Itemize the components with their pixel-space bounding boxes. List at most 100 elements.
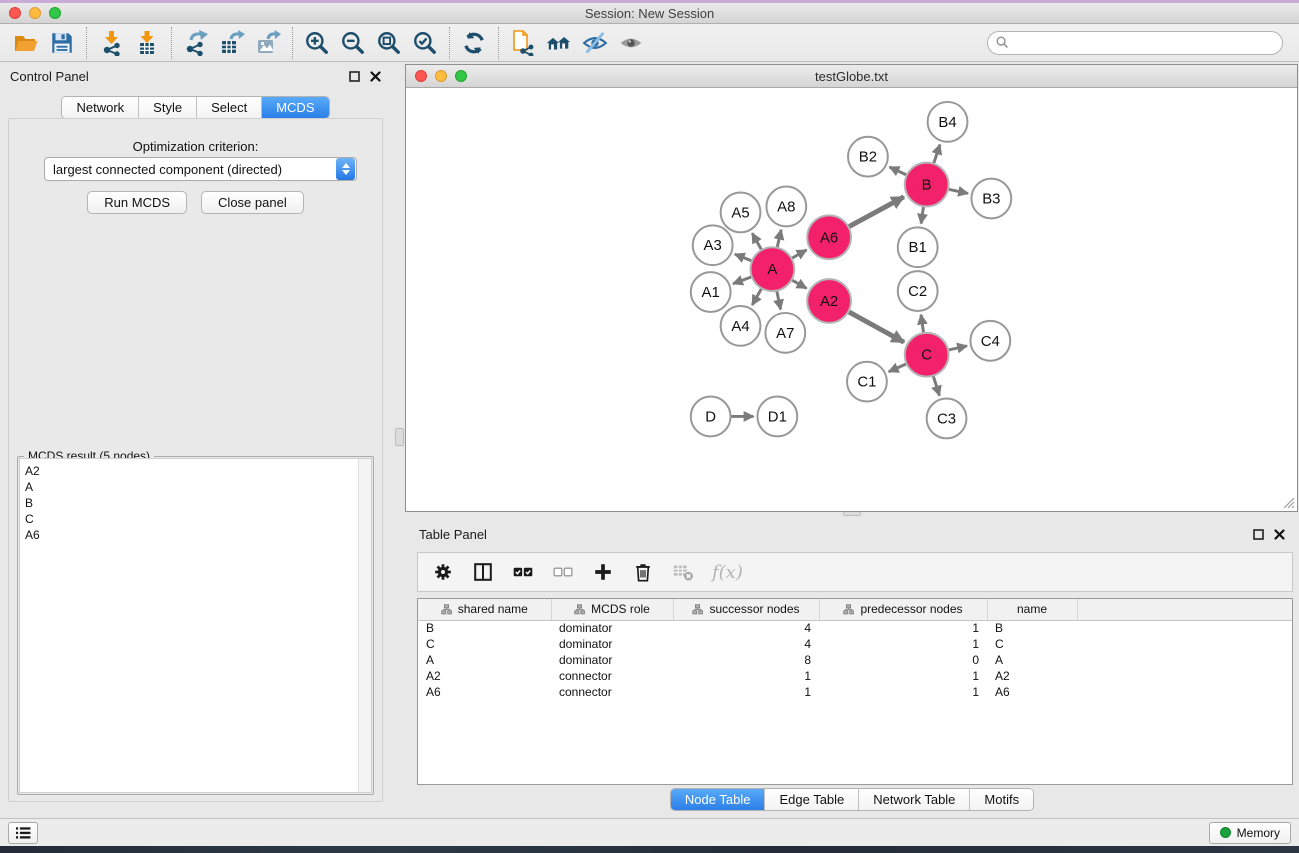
- column-header-successor-nodes[interactable]: successor nodes: [673, 599, 819, 620]
- table-cell[interactable]: dominator: [551, 652, 673, 668]
- table-cell[interactable]: B: [987, 620, 1077, 636]
- graph-node-A5[interactable]: A5: [721, 193, 761, 233]
- export-network-button[interactable]: [178, 27, 214, 59]
- zoom-out-button[interactable]: [335, 27, 371, 59]
- graph-node-B2[interactable]: B2: [848, 137, 888, 177]
- clone-network-button[interactable]: [505, 27, 541, 59]
- graph-node-C[interactable]: C: [905, 333, 949, 377]
- export-table-button[interactable]: [214, 27, 250, 59]
- graph-edge-A-A4[interactable]: [752, 288, 761, 305]
- graph-node-C1[interactable]: C1: [847, 362, 887, 402]
- graph-node-D[interactable]: D: [691, 397, 731, 437]
- column-header-MCDS-role[interactable]: MCDS role: [551, 599, 673, 620]
- delete-table-button[interactable]: [672, 561, 694, 583]
- table-cell[interactable]: dominator: [551, 636, 673, 652]
- show-graphics-details-button[interactable]: [613, 27, 649, 59]
- table-cell[interactable]: 1: [819, 684, 987, 700]
- create-column-button[interactable]: [592, 561, 614, 583]
- import-table-button[interactable]: [129, 27, 165, 59]
- graph-node-B[interactable]: B: [905, 163, 949, 207]
- graph-edge-A-A3[interactable]: [735, 254, 752, 261]
- delete-column-button[interactable]: [632, 561, 654, 583]
- graph-edge-C-C1[interactable]: [889, 364, 907, 372]
- table-cell[interactable]: 4: [673, 620, 819, 636]
- mcds-result-item[interactable]: C: [25, 511, 371, 527]
- table-tab-node-table[interactable]: Node Table: [671, 789, 766, 810]
- graph-edge-B-B2[interactable]: [890, 167, 907, 175]
- select-all-columns-button[interactable]: [512, 561, 534, 583]
- graph-edge-B-B1[interactable]: [921, 206, 923, 223]
- close-panel-button-mcds[interactable]: Close panel: [201, 191, 304, 214]
- graph-edge-B-B3[interactable]: [948, 189, 968, 193]
- column-header-name[interactable]: name: [987, 599, 1077, 620]
- mcds-result-item[interactable]: A2: [25, 463, 371, 479]
- table-options-button[interactable]: [432, 561, 454, 583]
- column-header-predecessor-nodes[interactable]: predecessor nodes: [819, 599, 987, 620]
- hide-graphics-details-button[interactable]: [577, 27, 613, 59]
- table-tab-network-table[interactable]: Network Table: [859, 789, 970, 810]
- graph-node-C2[interactable]: C2: [898, 271, 938, 311]
- zoom-fit-button[interactable]: [371, 27, 407, 59]
- vertical-splitter-grip[interactable]: [395, 428, 404, 446]
- table-row[interactable]: Bdominator41B: [418, 620, 1293, 636]
- open-session-button[interactable]: [8, 27, 44, 59]
- table-cell[interactable]: 1: [819, 668, 987, 684]
- show-all-networks-button[interactable]: [541, 27, 577, 59]
- graph-node-A4[interactable]: A4: [721, 306, 761, 346]
- function-builder-button[interactable]: f(x): [712, 562, 743, 583]
- graph-edge-A-A6[interactable]: [791, 250, 806, 258]
- graph-node-B1[interactable]: B1: [898, 227, 938, 267]
- table-cell[interactable]: C: [987, 636, 1077, 652]
- search-input[interactable]: [1014, 36, 1274, 50]
- mcds-result-item[interactable]: A6: [25, 527, 371, 543]
- network-window-titlebar[interactable]: testGlobe.txt: [406, 65, 1297, 88]
- table-cell[interactable]: 8: [673, 652, 819, 668]
- table-cell[interactable]: A2: [987, 668, 1077, 684]
- zoom-in-button[interactable]: [299, 27, 335, 59]
- float-panel-button[interactable]: [349, 71, 360, 82]
- table-row[interactable]: A2connector11A2: [418, 668, 1293, 684]
- table-cell[interactable]: B: [418, 620, 551, 636]
- table-tab-edge-table[interactable]: Edge Table: [765, 789, 859, 810]
- graph-node-A[interactable]: A: [750, 247, 794, 291]
- task-history-button[interactable]: [8, 822, 38, 844]
- scrollbar-track[interactable]: [358, 459, 371, 792]
- unselect-all-columns-button[interactable]: [552, 561, 574, 583]
- table-cell[interactable]: A: [987, 652, 1077, 668]
- graph-node-A8[interactable]: A8: [766, 187, 806, 227]
- graph-node-C4[interactable]: C4: [970, 321, 1010, 361]
- run-mcds-button[interactable]: Run MCDS: [87, 191, 187, 214]
- memory-button[interactable]: Memory: [1209, 822, 1291, 844]
- zoom-selected-button[interactable]: [407, 27, 443, 59]
- graph-edge-A-A8[interactable]: [777, 230, 781, 248]
- optimization-criterion-select[interactable]: largest connected component (directed): [44, 157, 357, 181]
- import-network-button[interactable]: [93, 27, 129, 59]
- table-cell[interactable]: 1: [673, 684, 819, 700]
- graph-edge-C-C4[interactable]: [948, 346, 967, 350]
- mcds-result-item[interactable]: A: [25, 479, 371, 495]
- save-session-button[interactable]: [44, 27, 80, 59]
- node-table[interactable]: shared nameMCDS rolesuccessor nodesprede…: [417, 598, 1293, 785]
- table-cell[interactable]: A6: [987, 684, 1077, 700]
- table-cell[interactable]: 0: [819, 652, 987, 668]
- graph-edge-C-C3[interactable]: [933, 376, 939, 396]
- table-cell[interactable]: A: [418, 652, 551, 668]
- export-image-button[interactable]: [250, 27, 286, 59]
- table-cell[interactable]: A6: [418, 684, 551, 700]
- table-cell[interactable]: 1: [673, 668, 819, 684]
- close-table-panel-button[interactable]: [1274, 529, 1285, 540]
- graph-node-B4[interactable]: B4: [928, 102, 968, 142]
- network-canvas[interactable]: B4B2BB3A5A8A6A3B1AA1C2A2A4A7C4CC1C3DD1: [407, 89, 1296, 510]
- graph-edge-A-A1[interactable]: [733, 277, 752, 284]
- search-field[interactable]: [987, 31, 1283, 55]
- table-cell[interactable]: 1: [819, 636, 987, 652]
- resize-grip-icon[interactable]: [1281, 495, 1295, 509]
- float-table-panel-button[interactable]: [1253, 529, 1264, 540]
- graph-node-C3[interactable]: C3: [927, 399, 967, 439]
- table-cell[interactable]: connector: [551, 684, 673, 700]
- table-tab-motifs[interactable]: Motifs: [970, 789, 1033, 810]
- table-cell[interactable]: dominator: [551, 620, 673, 636]
- mcds-result-list[interactable]: A2ABCA6: [19, 458, 372, 793]
- graph-node-A6[interactable]: A6: [807, 215, 851, 259]
- table-cell[interactable]: 4: [673, 636, 819, 652]
